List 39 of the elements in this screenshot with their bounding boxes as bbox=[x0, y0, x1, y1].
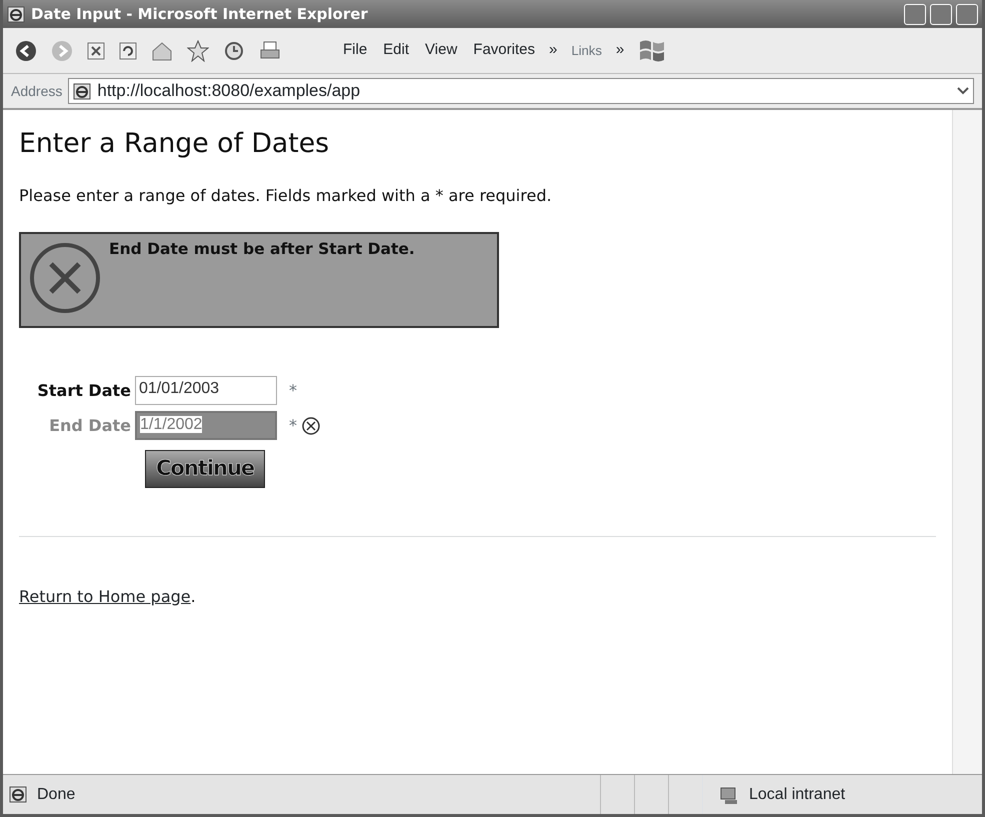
close-button[interactable] bbox=[956, 4, 978, 24]
menu-item[interactable]: View bbox=[425, 39, 458, 62]
address-label: Address bbox=[11, 82, 62, 100]
minimize-button[interactable] bbox=[904, 4, 926, 24]
home-link[interactable]: Return to Home page bbox=[19, 586, 191, 606]
required-mark: * bbox=[289, 380, 297, 402]
links-button[interactable]: Links bbox=[571, 40, 602, 60]
refresh-icon[interactable] bbox=[119, 42, 137, 60]
field-label: Start Date bbox=[36, 380, 131, 402]
more-button[interactable]: » bbox=[616, 39, 624, 62]
intro-text: Please enter a range of dates. Fields marked with a * are required. bbox=[19, 185, 553, 208]
star-icon[interactable] bbox=[187, 40, 209, 62]
date-field[interactable]: 01/01/2003 bbox=[135, 376, 277, 406]
scrollbar[interactable] bbox=[952, 110, 982, 774]
history-icon[interactable] bbox=[223, 40, 245, 62]
menu-item[interactable]: File bbox=[343, 39, 368, 62]
address-field[interactable]: http://localhost:8080/examples/app bbox=[68, 78, 974, 104]
maximize-button[interactable] bbox=[930, 4, 952, 24]
stop-icon[interactable] bbox=[87, 42, 105, 60]
window-title: Date Input - Microsoft Internet Explorer bbox=[31, 4, 369, 25]
home-icon[interactable] bbox=[151, 40, 173, 60]
menu-item[interactable]: Edit bbox=[383, 39, 410, 62]
browser-icon bbox=[7, 5, 25, 23]
menu-item[interactable]: Favorites bbox=[473, 39, 535, 62]
field-label: End Date bbox=[48, 414, 131, 437]
more-button[interactable]: » bbox=[548, 39, 558, 62]
printer-icon[interactable] bbox=[259, 40, 281, 62]
error-message: End Date must be after Start Date. bbox=[109, 239, 415, 260]
continue-button[interactable]: Continue bbox=[145, 450, 266, 488]
status-text: Done bbox=[37, 784, 76, 804]
zone-text: Local intranet bbox=[749, 784, 846, 804]
back-icon[interactable] bbox=[15, 40, 37, 62]
required-mark: * bbox=[289, 414, 297, 437]
page-icon bbox=[73, 82, 92, 100]
period-text: . bbox=[190, 586, 196, 606]
error-icon bbox=[301, 416, 321, 436]
windows-logo-icon bbox=[638, 38, 666, 64]
date-field[interactable]: 1/1/2002 bbox=[135, 411, 277, 440]
page-heading: Enter a Range of Dates bbox=[19, 128, 330, 160]
